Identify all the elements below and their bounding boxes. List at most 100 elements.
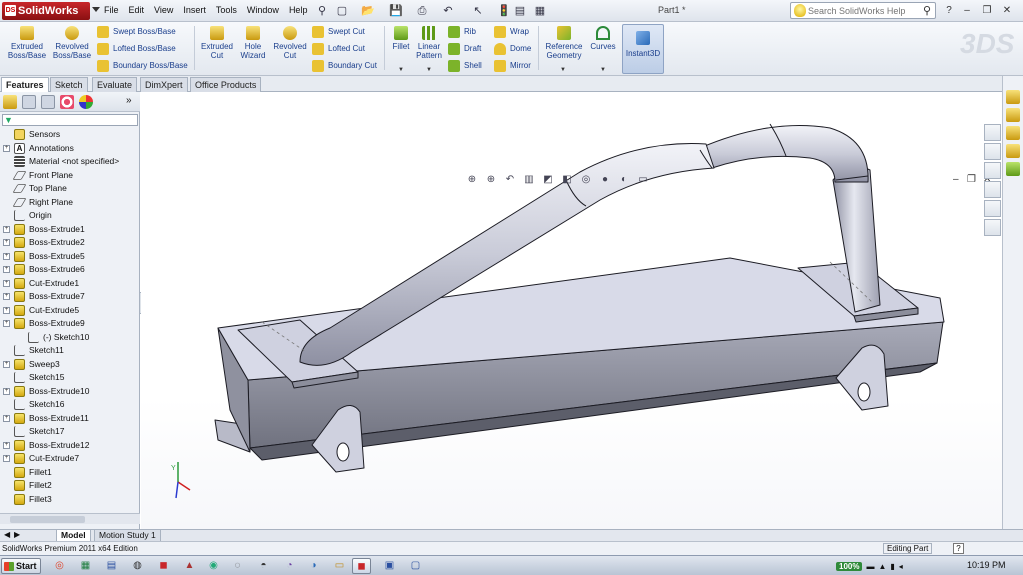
network-icon[interactable]: ▮ (890, 562, 894, 571)
expand-toggle-icon[interactable]: + (3, 225, 10, 233)
graphics-minimize-icon[interactable]: – (953, 174, 959, 185)
feature-tree-item[interactable]: + Boss-Extrude11 (0, 412, 140, 425)
tab-office-products[interactable]: Office Products (190, 77, 262, 92)
feature-tree-item[interactable]: + Sweep3 (0, 358, 140, 371)
expand-toggle-icon[interactable]: + (3, 239, 10, 246)
instant3d-button[interactable]: Instant3D (622, 24, 664, 74)
swept-cut-button[interactable]: Swept Cut (312, 25, 365, 39)
feature-tree-item[interactable]: + Cut-Extrude5 (0, 304, 140, 317)
appearances-scenes-icon[interactable] (984, 200, 1001, 217)
edit-appearance-icon[interactable]: ● (597, 174, 613, 188)
expand-toggle-icon[interactable]: + (3, 387, 10, 395)
expand-toggle-icon[interactable]: + (3, 320, 10, 327)
expand-toggle-icon[interactable]: + (3, 293, 10, 300)
hide-show-items-icon[interactable]: ◎ (578, 174, 594, 188)
pattern-dropdown-icon[interactable]: ▼ (426, 67, 432, 73)
draft-button[interactable]: Draft (448, 42, 481, 56)
options-icon[interactable]: ▦ (532, 3, 548, 19)
expand-toggle-icon[interactable]: + (3, 306, 10, 314)
design-library-icon[interactable] (984, 143, 1001, 160)
mirror-button[interactable]: Mirror (494, 59, 531, 73)
tab-features[interactable]: Features (1, 77, 49, 92)
lofted-cut-button[interactable]: Lofted Cut (312, 42, 365, 56)
feature-tree-item[interactable]: + Boss-Extrude6 (0, 263, 140, 276)
menu-file[interactable]: File (104, 5, 119, 15)
extruded-boss-button[interactable]: Extruded Boss/Base (4, 26, 50, 60)
app-icon-5[interactable]: ◑ (304, 558, 323, 574)
logo-menu-arrow-icon[interactable] (92, 7, 100, 12)
task-pane-explorer-icon[interactable] (1006, 126, 1020, 140)
expand-panel-icon[interactable]: » (126, 95, 132, 106)
feature-tree-icon[interactable] (3, 95, 17, 109)
reference-geometry-button[interactable]: Reference Geometry (542, 26, 586, 60)
dome-button[interactable]: Dome (494, 42, 531, 56)
taskbar-clock[interactable]: 10:19 PM (967, 560, 1006, 570)
start-button[interactable]: Start (1, 558, 41, 574)
section-view-icon[interactable]: ▥ (521, 174, 537, 188)
feature-tree-item[interactable]: Sensors (0, 128, 140, 141)
word-icon[interactable]: ▤ (102, 558, 121, 574)
feature-tree-item[interactable]: Sketch17 (0, 425, 140, 438)
task-pane-view-palette-icon[interactable] (1006, 144, 1020, 158)
menu-help[interactable]: Help (289, 5, 308, 15)
revolved-cut-button[interactable]: Revolved Cut (270, 26, 310, 60)
new-document-icon[interactable]: ▢ (334, 3, 350, 19)
lofted-boss-button[interactable]: Lofted Boss/Base (97, 42, 176, 56)
custom-properties-icon[interactable] (984, 219, 1001, 236)
swept-boss-button[interactable]: Swept Boss/Base (97, 25, 176, 39)
rebuild-icon[interactable]: 🚦 (496, 3, 512, 19)
feature-tree-item[interactable]: Right Plane (0, 196, 140, 209)
file-explorer-icon[interactable] (984, 162, 1001, 179)
undo-icon[interactable]: ↶ (440, 3, 456, 19)
acrobat-icon[interactable]: ▲ (180, 558, 199, 574)
tab-dimxpert[interactable]: DimXpert (140, 77, 188, 92)
extruded-cut-button[interactable]: Extruded Cut (198, 26, 236, 60)
view-settings-icon[interactable]: ▭ (635, 174, 651, 188)
save-icon[interactable]: 💾 (388, 3, 404, 19)
shell-button[interactable]: Shell (448, 59, 482, 73)
explorer-icon[interactable]: ▭ (330, 558, 349, 574)
app-icon-7[interactable]: ▢ (406, 558, 425, 574)
solidworks-taskbar-active-icon[interactable]: ◼ (352, 558, 371, 574)
feature-tree-item[interactable]: (-) Sketch10 (0, 331, 140, 344)
reference-geometry-dropdown-icon[interactable]: ▼ (560, 67, 566, 73)
zoom-to-area-icon[interactable]: ⊕ (483, 174, 499, 188)
graphics-restore-icon[interactable]: ❐ (967, 174, 976, 185)
feature-tree-item[interactable]: + Cut-Extrude7 (0, 452, 140, 465)
feature-tree-item[interactable]: + Boss-Extrude2 (0, 236, 140, 249)
solidworks-logo[interactable]: DS SolidWorks (2, 2, 90, 20)
home-icon[interactable] (984, 124, 1001, 141)
search-icon[interactable]: ⚲ (923, 4, 931, 17)
excel-icon[interactable]: ▦ (76, 558, 95, 574)
menu-insert[interactable]: Insert (183, 5, 206, 15)
feature-tree-item[interactable]: Material <not specified> (0, 155, 140, 168)
apply-scene-icon[interactable]: ◐ (616, 174, 632, 188)
restore-button[interactable]: ❐ (980, 3, 994, 18)
boundary-boss-button[interactable]: Boundary Boss/Base (97, 59, 188, 73)
print-icon[interactable]: ⎙ (414, 3, 430, 19)
feature-tree-item[interactable]: Sketch11 (0, 344, 140, 357)
app-icon-6[interactable]: ▣ (380, 558, 399, 574)
pushpin-icon[interactable]: ⚲ (314, 3, 330, 19)
solidworks-app-icon[interactable]: ◼ (154, 558, 173, 574)
dimxpert-manager-icon[interactable] (60, 95, 74, 109)
feature-tree-filter[interactable]: ▼ (2, 114, 138, 126)
feature-tree-item[interactable]: + Boss-Extrude1 (0, 223, 140, 236)
feature-tree-item[interactable]: + A Annotations (0, 142, 140, 155)
app-icon-4[interactable]: ◔ (280, 558, 299, 574)
close-button[interactable]: ✕ (1000, 3, 1014, 18)
feature-tree-item[interactable]: + Boss-Extrude12 (0, 439, 140, 452)
rib-button[interactable]: Rib (448, 25, 476, 39)
tab-evaluate[interactable]: Evaluate (92, 77, 138, 92)
graphics-area[interactable]: Y ⊕ ⊕ ↶ ▥ ◩ ◧ ◎ ● ◐ ▭ – ❐ ✕ (141, 92, 1023, 529)
app-icon-2[interactable]: ◉ (204, 558, 223, 574)
feature-tree-item[interactable]: Fillet1 (0, 466, 140, 479)
expand-toggle-icon[interactable]: + (3, 266, 10, 273)
feature-tree-item[interactable]: + Cut-Extrude1 (0, 277, 140, 290)
search-input[interactable] (808, 4, 916, 17)
menu-edit[interactable]: Edit (129, 5, 145, 15)
open-icon[interactable]: 📂 (360, 3, 376, 19)
expand-toggle-icon[interactable]: + (3, 455, 10, 462)
feature-tree-item[interactable]: Fillet3 (0, 493, 140, 506)
tray-arrow-icon[interactable]: ▲ (878, 562, 886, 571)
